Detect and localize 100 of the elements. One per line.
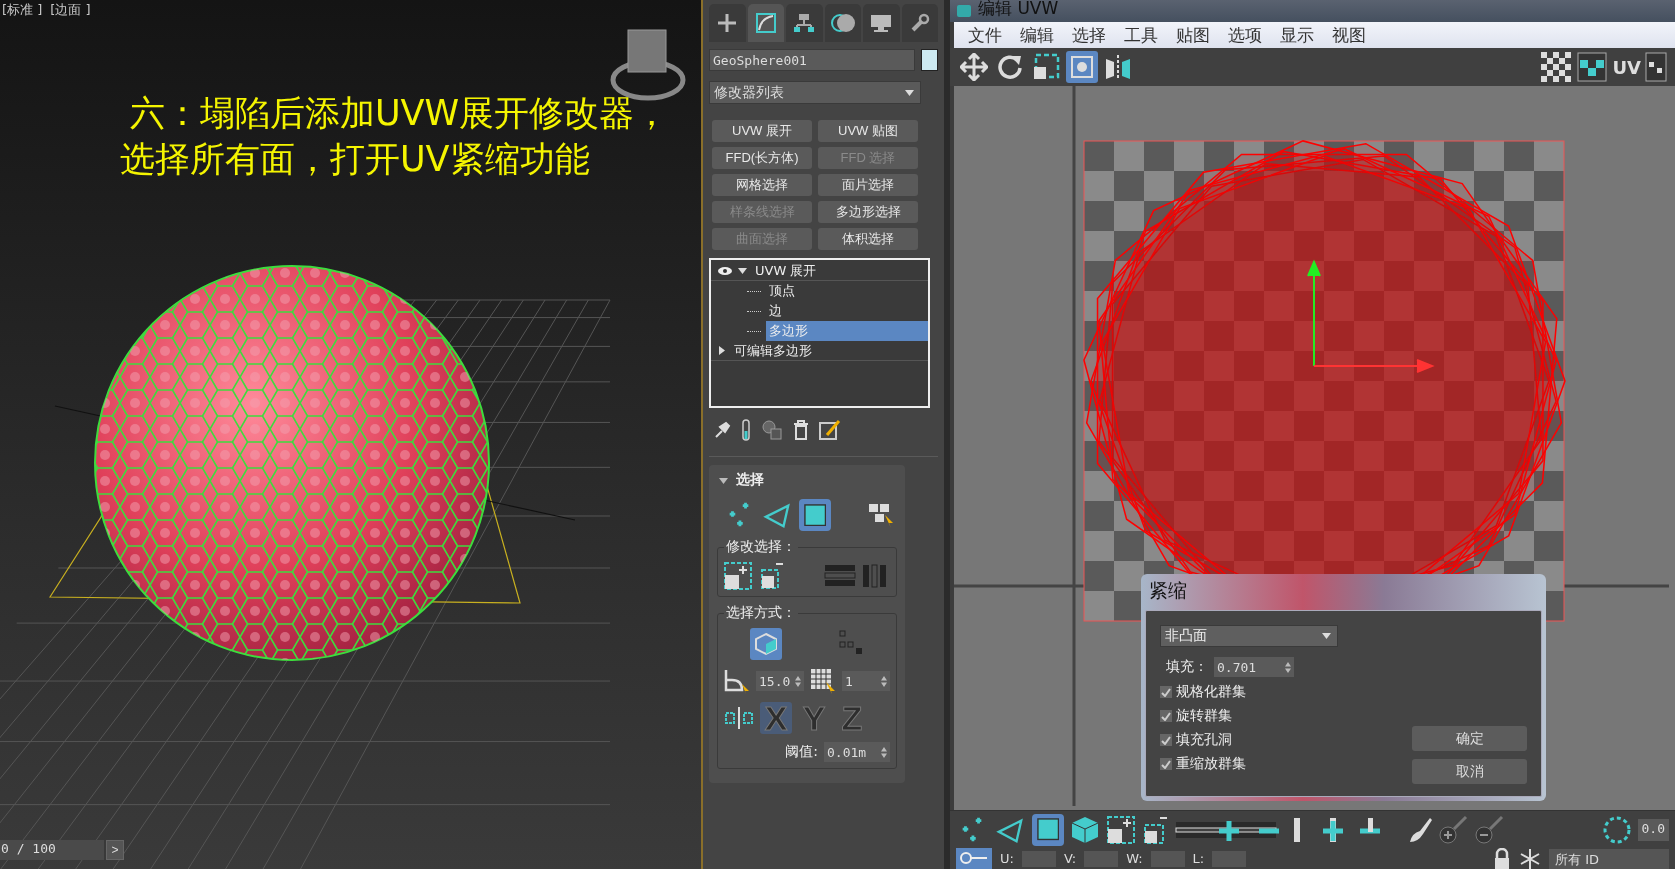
threshold-label: 阈值: bbox=[785, 743, 818, 761]
dropdown-arrow-icon bbox=[1322, 633, 1331, 639]
shrink-selection-icon[interactable] bbox=[758, 562, 784, 590]
menu-item[interactable]: 编辑 bbox=[1016, 23, 1058, 47]
panel-tab[interactable] bbox=[901, 4, 938, 42]
menu-item[interactable]: 选项 bbox=[1224, 23, 1266, 47]
caption-text: 六：塌陷后添加UVW展开修改器， bbox=[129, 92, 671, 135]
window-checker-icon bbox=[1577, 52, 1608, 82]
scale-icon bbox=[1032, 53, 1060, 81]
loop-count-spinner[interactable]: 1 bbox=[842, 671, 890, 691]
grow-selection-icon[interactable] bbox=[724, 562, 752, 590]
stack-item[interactable]: 可编辑多边形 bbox=[731, 340, 815, 361]
test-tube-icon[interactable] bbox=[741, 419, 751, 441]
caption-text: 选择所有面，打开UV紧缩功能 bbox=[120, 138, 591, 181]
color-swatch[interactable] bbox=[921, 49, 938, 71]
pack-method-dropdown[interactable]: 非凸面 bbox=[1160, 625, 1338, 647]
modifier-button[interactable]: UVW 展开 bbox=[712, 120, 812, 142]
lock-icon[interactable] bbox=[1493, 848, 1511, 869]
padding-spinner[interactable]: 0.701 bbox=[1214, 657, 1294, 677]
checkbox[interactable] bbox=[1160, 710, 1172, 722]
modifier-list-dropdown[interactable]: 修改器列表 bbox=[709, 81, 921, 104]
checkbox-label: 填充孔洞 bbox=[1176, 731, 1232, 749]
hierarchy-icon bbox=[793, 13, 816, 33]
checkbox-label: 旋转群集 bbox=[1176, 707, 1232, 725]
spinner-arrows-icon bbox=[1285, 661, 1291, 673]
menu-item[interactable]: 文件 bbox=[964, 23, 1006, 47]
brush-plus-icon[interactable] bbox=[1438, 814, 1468, 845]
configure-icon[interactable] bbox=[819, 419, 841, 441]
menu-item[interactable]: 显示 bbox=[1276, 23, 1318, 47]
stack-item[interactable]: UVW 展开 bbox=[752, 260, 820, 281]
caret-icon[interactable] bbox=[738, 266, 747, 275]
dialog-title: 紧缩 bbox=[1148, 578, 1188, 603]
coordinate-label: V: bbox=[1063, 851, 1077, 866]
frame-counter[interactable]: 0 / 100 bbox=[0, 840, 104, 860]
panel-tab[interactable] bbox=[747, 4, 784, 42]
modifier-button[interactable]: FFD(长方体) bbox=[712, 147, 812, 169]
triangle-icon bbox=[763, 501, 791, 529]
perspective-viewport[interactable]: [标准 ] [边面 ] 六：塌陷后添加UVW展开修改器， 选择所有面，打开UV紧缩功能 0 / 100 > bbox=[0, 0, 703, 869]
checker-button[interactable] bbox=[1540, 51, 1573, 83]
group-title: 修改选择： bbox=[724, 538, 798, 556]
checkbox[interactable] bbox=[1160, 758, 1172, 770]
pin-icon[interactable] bbox=[713, 421, 731, 439]
threshold-spinner[interactable]: 0.01m bbox=[824, 742, 890, 762]
modifier-button[interactable]: 体积选择 bbox=[818, 228, 918, 250]
checkbox[interactable] bbox=[1160, 686, 1172, 698]
cube-select-button[interactable] bbox=[749, 628, 782, 660]
options-icon[interactable] bbox=[1645, 52, 1667, 82]
dialog-button[interactable]: 确定 bbox=[1412, 726, 1527, 751]
spinner-arrows-icon bbox=[881, 746, 887, 758]
panel-tab[interactable] bbox=[824, 4, 861, 42]
stack-item[interactable]: 多边形 bbox=[766, 321, 928, 341]
modifier-button[interactable]: UVW 贴图 bbox=[818, 120, 918, 142]
cube-icon[interactable] bbox=[1070, 814, 1100, 845]
grow-selection-icon[interactable] bbox=[1106, 814, 1136, 845]
circles-icon bbox=[829, 13, 856, 33]
sub-object-mode-button[interactable] bbox=[1032, 813, 1064, 846]
menu-item[interactable]: 视图 bbox=[1328, 23, 1370, 47]
uv-toolbar-label[interactable]: UV bbox=[1612, 56, 1641, 78]
cube-icon bbox=[753, 632, 778, 656]
filter-dropdown[interactable]: 所有 ID bbox=[1549, 848, 1669, 869]
angle-spinner[interactable]: 15.0 bbox=[756, 671, 804, 691]
angle-cursor-icon[interactable] bbox=[724, 668, 750, 694]
texture-checker-button[interactable] bbox=[1576, 51, 1609, 83]
dialog-button[interactable]: 取消 bbox=[1412, 759, 1527, 784]
modifier-button[interactable]: 网格选择 bbox=[712, 174, 812, 196]
panel-tab[interactable] bbox=[709, 4, 746, 42]
coordinate-label: L: bbox=[1192, 851, 1205, 866]
next-frame-button[interactable]: > bbox=[106, 840, 124, 860]
rollout-title[interactable]: 选择 bbox=[717, 469, 897, 491]
snowflake-icon[interactable] bbox=[1519, 848, 1541, 869]
coordinate-label: W: bbox=[1126, 851, 1143, 866]
modifier-button[interactable]: 面片选择 bbox=[818, 174, 918, 196]
window-title: 编辑 UVW bbox=[978, 0, 1059, 16]
eye-icon[interactable] bbox=[717, 265, 733, 276]
stack-item[interactable]: 顶点 bbox=[766, 281, 798, 301]
menu-item[interactable]: 选择 bbox=[1068, 23, 1110, 47]
move-tool-button[interactable] bbox=[958, 51, 990, 83]
trash-icon[interactable] bbox=[793, 420, 809, 440]
soft-selection-icon[interactable] bbox=[1601, 814, 1632, 845]
grid-cursor-icon[interactable] bbox=[810, 668, 836, 694]
menu-item[interactable]: 工具 bbox=[1120, 23, 1162, 47]
object-name-field[interactable]: GeoSphere001 bbox=[709, 49, 915, 71]
sub-object-mode-button[interactable] bbox=[799, 499, 831, 531]
square-icon bbox=[803, 503, 827, 527]
panel-tab[interactable] bbox=[786, 4, 823, 42]
viewport-label[interactable]: [边面 ] bbox=[50, 1, 91, 19]
checkbox[interactable] bbox=[1160, 734, 1172, 746]
curve-icon bbox=[754, 12, 777, 34]
caret-icon[interactable] bbox=[717, 346, 726, 355]
shrink-selection-icon[interactable] bbox=[1142, 814, 1168, 845]
viewport-label[interactable]: [标准 ] bbox=[2, 1, 43, 19]
mirror-icon[interactable] bbox=[724, 706, 754, 730]
menu-item[interactable]: 贴图 bbox=[1172, 23, 1214, 47]
make-unique-icon[interactable] bbox=[761, 420, 783, 440]
key-icon[interactable] bbox=[956, 848, 992, 869]
modifier-button[interactable]: 多边形选择 bbox=[818, 201, 918, 223]
soft-selection-field[interactable]: 0.0 bbox=[1637, 818, 1669, 841]
stack-item[interactable]: 边 bbox=[766, 301, 785, 321]
panel-tab[interactable] bbox=[863, 4, 900, 42]
tick-icon bbox=[1161, 687, 1171, 697]
